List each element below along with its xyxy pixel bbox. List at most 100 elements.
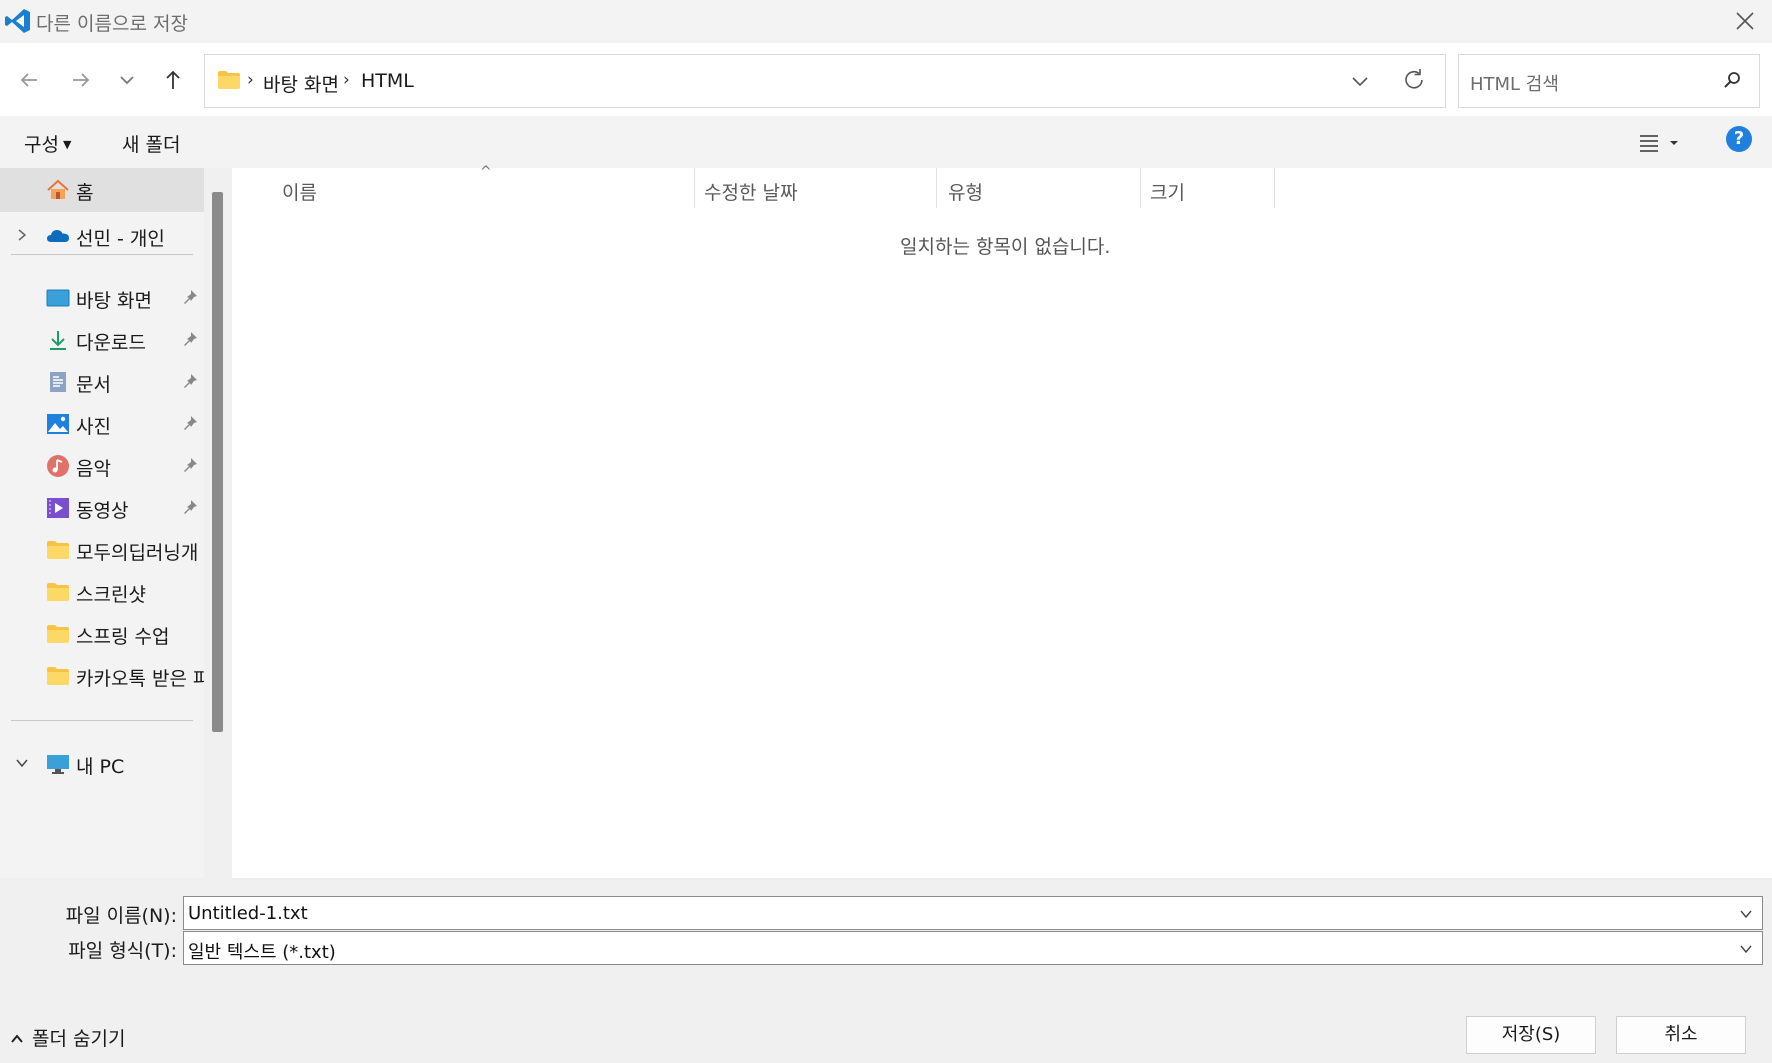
breadcrumb-separator: › <box>343 70 350 90</box>
vscode-icon <box>5 9 30 33</box>
filetype-value: 일반 텍스트 (*.txt) <box>188 942 336 963</box>
sidebar-item-label: 모두의딥러닝개 <box>76 542 199 564</box>
refresh-icon[interactable] <box>1401 67 1427 93</box>
breadcrumb-desktop[interactable]: 바탕 화면 <box>263 70 339 97</box>
column-divider[interactable] <box>694 168 695 208</box>
column-header-type[interactable]: 유형 <box>948 178 983 205</box>
sidebar-item-label: 다운로드 <box>76 332 146 354</box>
filetype-select[interactable]: 일반 텍스트 (*.txt) <box>183 931 1763 965</box>
folder-icon <box>47 625 69 643</box>
title-bar: 다른 이름으로 저장 <box>0 0 1772 43</box>
arrow-up-icon <box>166 70 180 89</box>
sidebar-item-label: 선민 - 개인 <box>76 228 165 250</box>
address-bar[interactable]: › 바탕 화면 › HTML <box>204 54 1446 108</box>
close-icon[interactable] <box>1734 10 1756 32</box>
forward-button[interactable] <box>66 65 96 95</box>
help-icon[interactable]: ? <box>1726 126 1752 152</box>
folder-icon <box>218 71 240 89</box>
sidebar-scrollbar-thumb[interactable] <box>212 192 223 732</box>
video-icon <box>47 498 69 518</box>
sidebar-divider <box>11 720 193 721</box>
sidebar-item-label: 동영상 <box>76 500 129 522</box>
column-divider[interactable] <box>1140 168 1141 208</box>
sidebar-divider <box>11 254 193 255</box>
up-button[interactable] <box>158 65 188 95</box>
arrow-right-icon <box>73 73 90 87</box>
folder-icon <box>47 667 69 685</box>
pictures-icon <box>47 414 69 434</box>
sidebar-item-folder[interactable]: 스크린샷 <box>0 570 204 614</box>
pin-icon <box>184 374 197 388</box>
chevron-down-icon <box>120 76 134 85</box>
filetype-label: 파일 형식(T): <box>68 940 177 962</box>
sidebar-item-folder[interactable]: 카카오톡 받은 파 <box>0 654 204 698</box>
pin-icon <box>184 332 197 346</box>
chevron-right-icon[interactable] <box>14 226 30 244</box>
sidebar-item-this-pc[interactable]: 내 PC <box>0 742 204 786</box>
sidebar-item-label: 스크린샷 <box>76 584 146 606</box>
column-divider[interactable] <box>1274 168 1275 208</box>
organize-button[interactable]: 구성 ▼ <box>24 130 71 157</box>
search-input[interactable]: HTML 검색 <box>1458 54 1760 108</box>
pin-icon <box>184 500 197 514</box>
sidebar-item-label: 문서 <box>76 374 111 396</box>
filename-value[interactable]: Untitled-1.txt <box>188 903 308 924</box>
sidebar-item-music[interactable]: 음악 <box>0 444 204 488</box>
recent-locations-button[interactable] <box>112 65 142 95</box>
column-header-size[interactable]: 크기 <box>1150 178 1185 205</box>
search-icon <box>1724 72 1740 88</box>
save-button[interactable]: 저장(S) <box>1466 1016 1596 1054</box>
sidebar-item-documents[interactable]: 문서 <box>0 360 204 404</box>
sidebar-item-videos[interactable]: 동영상 <box>0 486 204 530</box>
sidebar-item-label: 스프링 수업 <box>76 626 170 648</box>
column-divider[interactable] <box>936 168 937 208</box>
cancel-button[interactable]: 취소 <box>1616 1016 1746 1054</box>
chevron-down-icon[interactable] <box>1738 906 1754 922</box>
file-list: ^ 이름 수정한 날짜 유형 크기 일치하는 항목이 없습니다. <box>232 164 1772 878</box>
search-placeholder: HTML 검색 <box>1470 74 1559 95</box>
sidebar-item-folder[interactable]: 스프링 수업 <box>0 612 204 656</box>
save-form: 파일 이름(N): Untitled-1.txt 파일 형식(T): 일반 텍스… <box>0 878 1772 1063</box>
new-folder-button[interactable]: 새 폴더 <box>122 130 180 157</box>
sidebar-item-onedrive[interactable]: 선민 - 개인 <box>0 214 204 258</box>
caret-down-icon: ▼ <box>62 138 72 151</box>
breadcrumb-separator: › <box>247 70 254 90</box>
sidebar-item-label: 카카오톡 받은 파 <box>76 668 204 690</box>
chevron-down-icon[interactable] <box>1349 70 1371 92</box>
list-view-icon[interactable] <box>1638 130 1688 156</box>
sidebar-item-label: 사진 <box>76 416 111 438</box>
sidebar-item-label: 음악 <box>76 458 111 480</box>
sidebar-item-desktop[interactable]: 바탕 화면 <box>0 276 204 320</box>
breadcrumb-html[interactable]: HTML <box>361 70 414 92</box>
folder-icon <box>47 583 69 601</box>
pc-icon <box>47 755 69 774</box>
filename-label: 파일 이름(N): <box>65 905 177 927</box>
sidebar-item-folder[interactable]: 모두의딥러닝개 <box>0 528 204 572</box>
navigation-pane: 홈 선민 - 개인 바탕 화면 다운로드 문서 사진 음악 동영상 모두의딥러닝… <box>0 168 204 878</box>
hide-folders-button[interactable]: 폴더 숨기기 <box>10 1024 125 1051</box>
chevron-up-icon <box>11 1034 23 1043</box>
sort-ascending-icon: ^ <box>480 164 492 180</box>
navigation-bar: › 바탕 화면 › HTML HTML 검색 <box>0 43 1772 116</box>
sidebar-item-pictures[interactable]: 사진 <box>0 402 204 446</box>
chevron-down-icon[interactable] <box>1738 941 1754 957</box>
sidebar-item-label: 내 PC <box>76 756 125 778</box>
sidebar-item-downloads[interactable]: 다운로드 <box>0 318 204 362</box>
document-icon <box>50 372 66 392</box>
home-icon <box>47 179 69 199</box>
onedrive-cloud-icon <box>47 230 69 242</box>
filename-field[interactable]: Untitled-1.txt <box>183 896 1763 930</box>
column-header-modified[interactable]: 수정한 날짜 <box>704 178 797 205</box>
sidebar-item-label: 홈 <box>76 182 94 204</box>
download-icon <box>50 331 66 350</box>
sidebar-item-label: 바탕 화면 <box>76 290 152 312</box>
desktop-icon <box>46 289 70 307</box>
back-button[interactable] <box>14 65 44 95</box>
command-bar: 구성 ▼ 새 폴더 <box>0 116 1772 168</box>
pin-icon <box>184 416 197 430</box>
sidebar-item-home[interactable]: 홈 <box>0 168 204 212</box>
column-header-name[interactable]: 이름 <box>282 178 317 205</box>
window-title: 다른 이름으로 저장 <box>36 13 188 35</box>
chevron-down-icon[interactable] <box>14 754 30 772</box>
arrow-left-icon <box>20 73 37 87</box>
